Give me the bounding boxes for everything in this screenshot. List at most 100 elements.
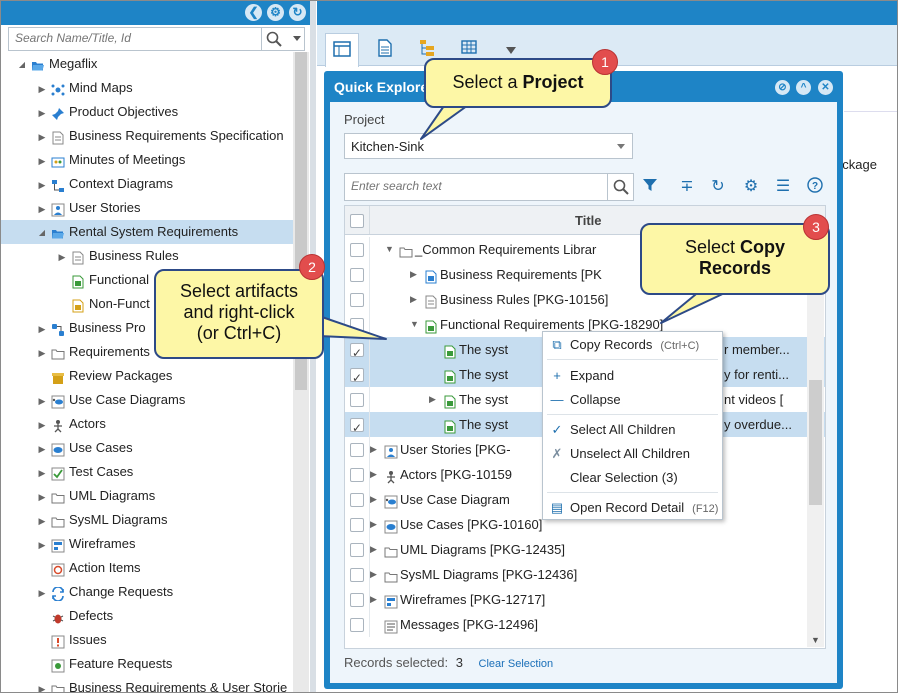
tree-search-input[interactable] [9,28,263,48]
tree-node[interactable]: ▶ User Stories [1,196,293,220]
menu-item-open-record-detail[interactable]: ▤ Open Record Detail (F12) [543,497,722,519]
table-row[interactable]: Messages [PKG-12496] [345,612,825,637]
gear-icon[interactable]: ⚙ [741,177,761,197]
collapsed-arrow-icon[interactable]: ▶ [37,581,47,605]
collapse-dialog-icon[interactable]: ^ [796,80,811,95]
clear-selection-link[interactable]: Clear Selection [479,658,554,670]
close-icon[interactable]: ✕ [818,80,833,95]
collapsed-arrow-icon[interactable]: ▶ [37,317,47,341]
tree-node[interactable]: ▶ Product Objectives [1,100,293,124]
collapsed-arrow-icon[interactable]: ▶ [37,485,47,509]
collapsed-arrow-icon[interactable]: ▶ [370,587,377,612]
tree-node[interactable]: Defects [1,604,293,628]
row-checkbox[interactable] [350,393,364,407]
row-checkbox[interactable] [350,341,364,366]
tree-node[interactable]: ▶ Context Diagrams [1,172,293,196]
row-checkbox[interactable] [350,318,364,332]
collapsed-arrow-icon[interactable]: ▶ [370,487,377,512]
expanded-arrow-icon[interactable]: ▼ [385,237,394,262]
tree-node[interactable]: ◢ Megaflix [1,52,293,76]
tree-node[interactable]: ▶ Use Case Diagrams [1,388,293,412]
expand-collapse-icon[interactable]: ∓ [677,177,697,197]
help-icon[interactable]: ? [805,177,825,197]
grid-scrollbar-thumb[interactable] [809,380,822,505]
collapsed-arrow-icon[interactable]: ▶ [37,677,47,692]
menu-item-collapse[interactable]: — Collapse [543,389,722,411]
menu-item-unselect-all-children[interactable]: ✗ Unselect All Children [543,443,722,465]
row-checkbox[interactable] [350,468,364,482]
tab-document-view[interactable] [369,35,401,65]
tree-scrollbar[interactable] [293,52,309,692]
tree-node[interactable]: ▶ Test Cases [1,460,293,484]
collapsed-arrow-icon[interactable]: ▶ [370,562,377,587]
tree-node[interactable]: ◢ Rental System Requirements [1,220,293,244]
tree-node[interactable]: ▶ UML Diagrams [1,484,293,508]
collapsed-arrow-icon[interactable]: ▶ [37,461,47,485]
search-icon[interactable] [612,178,630,196]
row-checkbox[interactable] [350,593,364,607]
collapse-left-icon[interactable]: ❮ [245,4,262,21]
menu-item-expand[interactable]: + Expand [543,365,722,387]
collapsed-arrow-icon[interactable]: ▶ [37,173,47,197]
row-checkbox[interactable] [350,618,364,632]
tree-node[interactable]: ▶ Change Requests [1,580,293,604]
collapsed-arrow-icon[interactable]: ▶ [370,512,377,537]
row-checkbox[interactable] [350,443,364,457]
collapsed-arrow-icon[interactable]: ▶ [37,341,47,365]
collapsed-arrow-icon[interactable]: ▶ [37,101,47,125]
row-checkbox[interactable] [350,543,364,557]
expanded-arrow-icon[interactable]: ◢ [17,53,27,77]
collapsed-arrow-icon[interactable]: ▶ [57,245,67,269]
collapsed-arrow-icon[interactable]: ▶ [410,262,417,287]
collapsed-arrow-icon[interactable]: ▶ [429,387,436,412]
collapsed-arrow-icon[interactable]: ▶ [37,533,47,557]
expanded-arrow-icon[interactable]: ▼ [410,312,419,337]
row-checkbox[interactable] [350,366,364,391]
collapsed-arrow-icon[interactable]: ▶ [370,537,377,562]
tree-node[interactable]: Action Items [1,556,293,580]
record-search-input[interactable] [345,174,606,198]
select-all-checkbox[interactable] [350,214,364,228]
tree-node[interactable]: ▶ Minutes of Meetings [1,148,293,172]
menu-icon[interactable]: ☰ [773,177,793,197]
collapsed-arrow-icon[interactable]: ▶ [37,125,47,149]
menu-item-clear-selection[interactable]: Clear Selection (3) [543,467,722,489]
tree-node[interactable]: Issues [1,628,293,652]
row-checkbox[interactable] [350,293,364,307]
collapsed-arrow-icon[interactable]: ▶ [37,413,47,437]
row-checkbox[interactable] [350,518,364,532]
tree-node[interactable]: ▶ SysML Diagrams [1,508,293,532]
filter-icon[interactable] [640,177,660,197]
pin-dialog-icon[interactable]: ⊘ [775,80,790,95]
row-checkbox[interactable] [350,268,364,282]
refresh-icon[interactable]: ↻ [708,177,728,197]
menu-item-copy-records[interactable]: ⧉ Copy Records (Ctrl+C) [543,334,722,356]
row-checkbox[interactable] [350,493,364,507]
collapsed-arrow-icon[interactable]: ▶ [37,197,47,221]
tab-grid-view[interactable] [325,33,359,67]
tree-node[interactable]: ▶ Actors [1,412,293,436]
tree-node[interactable]: ▶ Use Cases [1,436,293,460]
tree-node[interactable]: ▶ Business Requirements & User Storie [1,676,293,692]
collapsed-arrow-icon[interactable]: ▶ [37,149,47,173]
refresh-icon[interactable]: ↻ [289,4,306,21]
search-options-icon[interactable] [293,36,301,41]
collapsed-arrow-icon[interactable]: ▶ [410,287,417,312]
tree-node[interactable]: Feature Requests [1,652,293,676]
collapsed-arrow-icon[interactable]: ▶ [370,437,377,462]
collapsed-arrow-icon[interactable]: ▶ [37,509,47,533]
collapsed-arrow-icon[interactable]: ▶ [370,462,377,487]
grid-scrollbar[interactable]: ▼ [807,235,824,647]
menu-item-select-all-children[interactable]: ✓ Select All Children [543,419,722,441]
tree-node[interactable]: ▶ Mind Maps [1,76,293,100]
table-row[interactable]: ▶ SysML Diagrams [PKG-12436] [345,562,825,587]
table-row[interactable]: ▶ Wireframes [PKG-12717] [345,587,825,612]
scroll-down-icon[interactable]: ▼ [811,635,820,645]
tree-node[interactable]: ▶ Business Requirements Specification [1,124,293,148]
row-checkbox[interactable] [350,243,364,257]
tree-node[interactable]: Review Packages [1,364,293,388]
collapsed-arrow-icon[interactable]: ▶ [37,389,47,413]
table-row[interactable]: ▶ UML Diagrams [PKG-12435] [345,537,825,562]
title-column-header[interactable]: Title [575,213,602,228]
project-select[interactable]: Kitchen-Sink [344,133,633,159]
